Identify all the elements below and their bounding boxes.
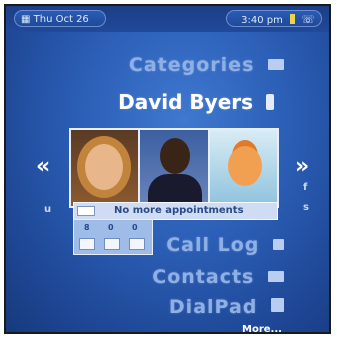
status-bar: ▦ Thu Oct 26 3:40 pm ☏ (6, 6, 329, 32)
time-pill: 3:40 pm ☏ (226, 10, 322, 27)
calendar-icon: ▦ (21, 14, 31, 25)
date-pill: ▦ Thu Oct 26 (14, 10, 106, 27)
prev-arrow-icon[interactable]: « (36, 156, 50, 178)
signal-icon: ☏ (301, 13, 315, 26)
date-text: Thu Oct 26 (33, 14, 89, 25)
left-side-letter: u (44, 204, 52, 215)
dialpad-label: DialPad (168, 296, 258, 318)
contacts-label: Contacts (152, 266, 255, 288)
menu-dialpad[interactable]: DialPad (169, 296, 284, 318)
contacts-icon (268, 271, 284, 282)
contact-photo[interactable] (140, 130, 208, 206)
contact-photo[interactable] (71, 130, 139, 206)
time-text: 3:40 pm (241, 15, 283, 26)
menu-contact-name[interactable]: David Byers (118, 90, 274, 114)
panel-box-icon (104, 238, 120, 250)
menu-call-log[interactable]: Call Log (166, 234, 284, 256)
contact-name-label: David Byers (118, 90, 254, 114)
phone-screen: ▦ Thu Oct 26 3:40 pm ☏ Categories David … (4, 4, 331, 334)
panel-digit: 8 (84, 223, 90, 232)
appointments-bar[interactable]: No more appointments (73, 202, 278, 220)
panel-digit: 0 (132, 223, 138, 232)
categories-label: Categories (128, 54, 255, 76)
battery-icon (290, 14, 296, 24)
contact-card-icon (266, 94, 274, 110)
call-log-label: Call Log (166, 234, 260, 256)
menu-categories[interactable]: Categories (129, 54, 284, 76)
dialpad-icon (271, 298, 284, 312)
list-icon (268, 59, 284, 70)
more-link[interactable]: More... (242, 324, 282, 332)
contact-photo[interactable] (209, 130, 277, 206)
menu-contacts[interactable]: Contacts (152, 266, 284, 288)
panel-box-icon (79, 238, 95, 250)
next-arrow-icon[interactable]: » (295, 156, 309, 178)
panel-digit: 0 (108, 223, 114, 232)
calendar-icon (77, 206, 95, 216)
contact-photos-strip[interactable] (69, 128, 279, 208)
call-log-icon (273, 239, 284, 250)
right-side-letter-1: f (303, 182, 308, 193)
appointments-text: No more appointments (114, 205, 244, 216)
appointments-panel: 8 0 0 (73, 219, 153, 255)
panel-box-icon (129, 238, 145, 250)
right-side-letter-2: s (303, 202, 309, 213)
